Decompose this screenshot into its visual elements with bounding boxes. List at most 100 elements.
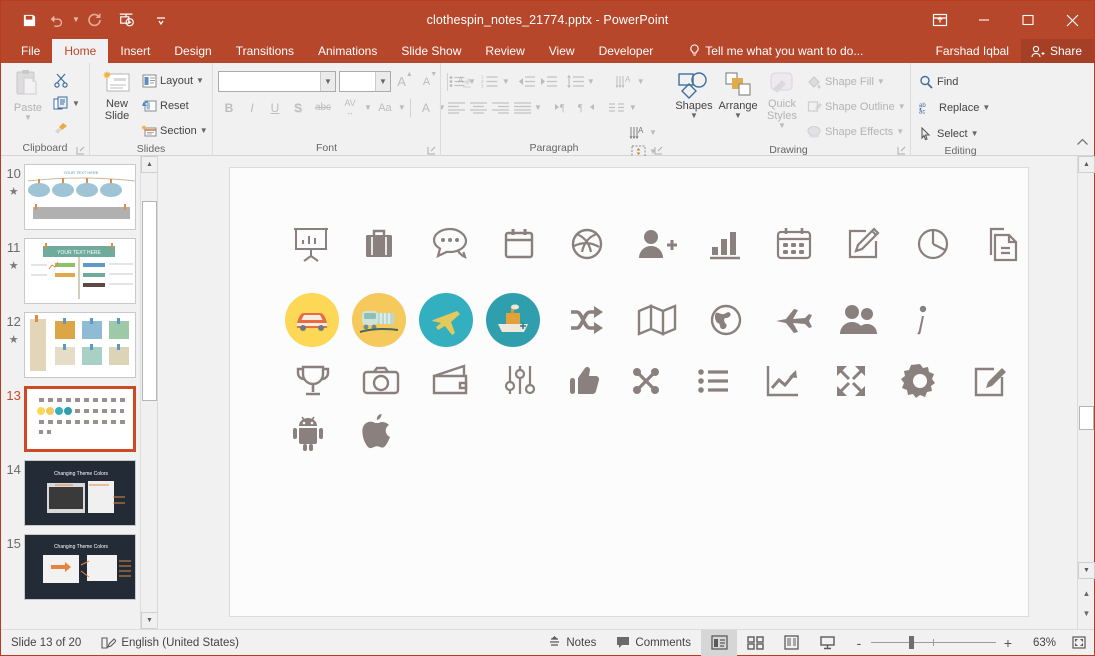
columns-caret[interactable]: ▼ [629, 103, 637, 112]
increase-font-size-button[interactable]: A ▲ [394, 71, 416, 92]
tab-slide-show[interactable]: Slide Show [389, 39, 473, 63]
zoom-percentage[interactable]: 63% [1020, 637, 1056, 649]
android-icon[interactable] [290, 413, 328, 453]
columns-button[interactable] [607, 97, 628, 118]
sliders-icon[interactable] [499, 360, 541, 402]
align-center-button[interactable] [468, 97, 489, 118]
expand-arrows-icon[interactable] [830, 360, 874, 402]
justify-caret[interactable]: ▼ [534, 103, 542, 112]
slide-show-button[interactable] [809, 630, 845, 656]
wallet-icon[interactable] [428, 360, 474, 402]
thumbnail-scroll-down-button[interactable]: ▼ [141, 612, 157, 629]
scroll-thumb[interactable] [1079, 406, 1094, 430]
minimize-icon[interactable] [962, 1, 1006, 39]
layout-caret[interactable]: ▼ [196, 77, 204, 85]
text-direction-caret[interactable]: ▼ [637, 77, 645, 86]
numbering-caret[interactable]: ▼ [502, 77, 510, 86]
zoom-slider-handle[interactable] [909, 636, 914, 649]
train-circle-icon[interactable] [352, 293, 406, 347]
font-name-combo[interactable]: ▼ [218, 71, 336, 92]
edit-pencil-icon[interactable] [842, 223, 886, 265]
thumbnail-slide-11[interactable]: 11 ★ YOUR TEXT HERE [1, 230, 140, 304]
undo-dropdown-icon[interactable]: ▼ [71, 6, 81, 34]
font-dialog-launcher[interactable] [427, 146, 436, 155]
shape-outline-button[interactable]: Shape Outline ▼ [804, 96, 909, 118]
replace-button[interactable]: ab ac Replace ▼ [916, 97, 993, 119]
font-size-caret[interactable]: ▼ [375, 72, 390, 91]
tab-view[interactable]: View [537, 39, 587, 63]
tab-review[interactable]: Review [473, 39, 536, 63]
chat-bubbles-icon[interactable] [426, 223, 472, 265]
replace-caret[interactable]: ▼ [982, 104, 990, 112]
scroll-up-button[interactable]: ▲ [1078, 156, 1095, 173]
find-button[interactable]: Find [916, 71, 993, 93]
notes-button[interactable]: Notes [538, 630, 606, 656]
paste-dropdown-caret[interactable]: ▼ [24, 114, 32, 122]
copy-button[interactable]: ▼ [50, 93, 83, 115]
format-painter-button[interactable] [50, 117, 83, 139]
left-to-right-button[interactable]: ¶ [553, 97, 575, 118]
reset-button[interactable]: Reset [139, 95, 211, 117]
thumbnail-scroll-thumb[interactable] [142, 201, 157, 401]
people-group-icon[interactable] [835, 300, 883, 340]
zoom-out-button[interactable]: - [853, 635, 865, 651]
change-case-button[interactable]: Aa [373, 97, 397, 118]
shape-effects-button[interactable]: Shape Effects ▼ [804, 121, 909, 143]
text-direction-button[interactable]: A [614, 71, 636, 92]
text-shadow-button[interactable]: S [287, 97, 309, 118]
decrease-font-size-button[interactable]: A ▼ [419, 71, 441, 92]
ribbon-display-options-icon[interactable] [918, 1, 962, 39]
globe-icon[interactable] [705, 300, 747, 340]
tab-animations[interactable]: Animations [306, 39, 389, 63]
decrease-indent-button[interactable] [516, 71, 537, 92]
next-slide-button[interactable]: ▼ [1080, 605, 1093, 621]
scroll-down-button[interactable]: ▼ [1078, 562, 1095, 579]
presentation-board-icon[interactable] [290, 223, 332, 265]
quick-styles-button[interactable]: Quick Styles ▼ [760, 69, 804, 132]
previous-slide-button[interactable]: ▲ [1080, 585, 1093, 601]
underline-button[interactable]: U [264, 97, 286, 118]
calendar-icon[interactable] [498, 223, 540, 265]
thumbnail-scroll-up-button[interactable]: ▲ [141, 156, 157, 173]
shape-effects-caret[interactable]: ▼ [896, 128, 904, 136]
thumbnail-slide-13[interactable]: 13 [1, 378, 140, 452]
add-person-icon[interactable] [634, 223, 678, 265]
account-name[interactable]: Farshad Iqbal [924, 39, 1021, 63]
thumbnail-slide-12[interactable]: 12 ★ [1, 304, 140, 378]
ship-circle-icon[interactable] [486, 293, 540, 347]
car-circle-icon[interactable] [285, 293, 339, 347]
comments-button[interactable]: Comments [606, 630, 701, 656]
thumbnail-scrollbar[interactable]: ▲ ▼ [140, 156, 157, 629]
save-icon[interactable] [15, 6, 43, 34]
reading-view-button[interactable] [773, 630, 809, 656]
font-color-button[interactable]: A [415, 97, 437, 118]
align-text-button[interactable]: A ▼ [629, 125, 657, 140]
info-icon[interactable] [906, 300, 936, 340]
shapes-button[interactable]: Shapes ▼ [672, 69, 716, 122]
map-icon[interactable] [634, 301, 680, 339]
shape-fill-button[interactable]: Shape Fill ▼ [804, 71, 909, 93]
tab-design[interactable]: Design [162, 39, 223, 63]
collapse-ribbon-button[interactable] [1076, 135, 1089, 153]
select-caret[interactable]: ▼ [971, 130, 979, 138]
line-spacing-caret[interactable]: ▼ [587, 77, 595, 86]
italic-button[interactable]: I [241, 97, 263, 118]
right-to-left-button[interactable]: ¶ [576, 97, 598, 118]
thumbs-up-icon[interactable] [566, 360, 600, 402]
bar-chart-icon[interactable] [704, 223, 746, 265]
line-spacing-button[interactable] [565, 71, 586, 92]
bold-button[interactable]: B [218, 97, 240, 118]
tab-developer[interactable]: Developer [587, 39, 666, 63]
customize-qat-icon[interactable] [147, 6, 175, 34]
font-name-caret[interactable]: ▼ [320, 72, 335, 91]
documents-icon[interactable] [982, 223, 1026, 265]
font-size-combo[interactable]: ▼ [339, 71, 391, 92]
drawing-dialog-launcher[interactable] [897, 146, 906, 155]
shuffle-icon[interactable] [565, 301, 609, 339]
joomla-icon[interactable] [625, 360, 667, 402]
shape-outline-caret[interactable]: ▼ [898, 103, 906, 111]
slide-vertical-scrollbar[interactable]: ▲ ▼ ▲ ▼ [1077, 156, 1095, 629]
airplane-circle-icon[interactable] [419, 293, 473, 347]
change-case-caret[interactable]: ▼ [398, 103, 406, 112]
thumbnail-slide-14[interactable]: 14 Changing Theme Colors [1, 452, 140, 526]
